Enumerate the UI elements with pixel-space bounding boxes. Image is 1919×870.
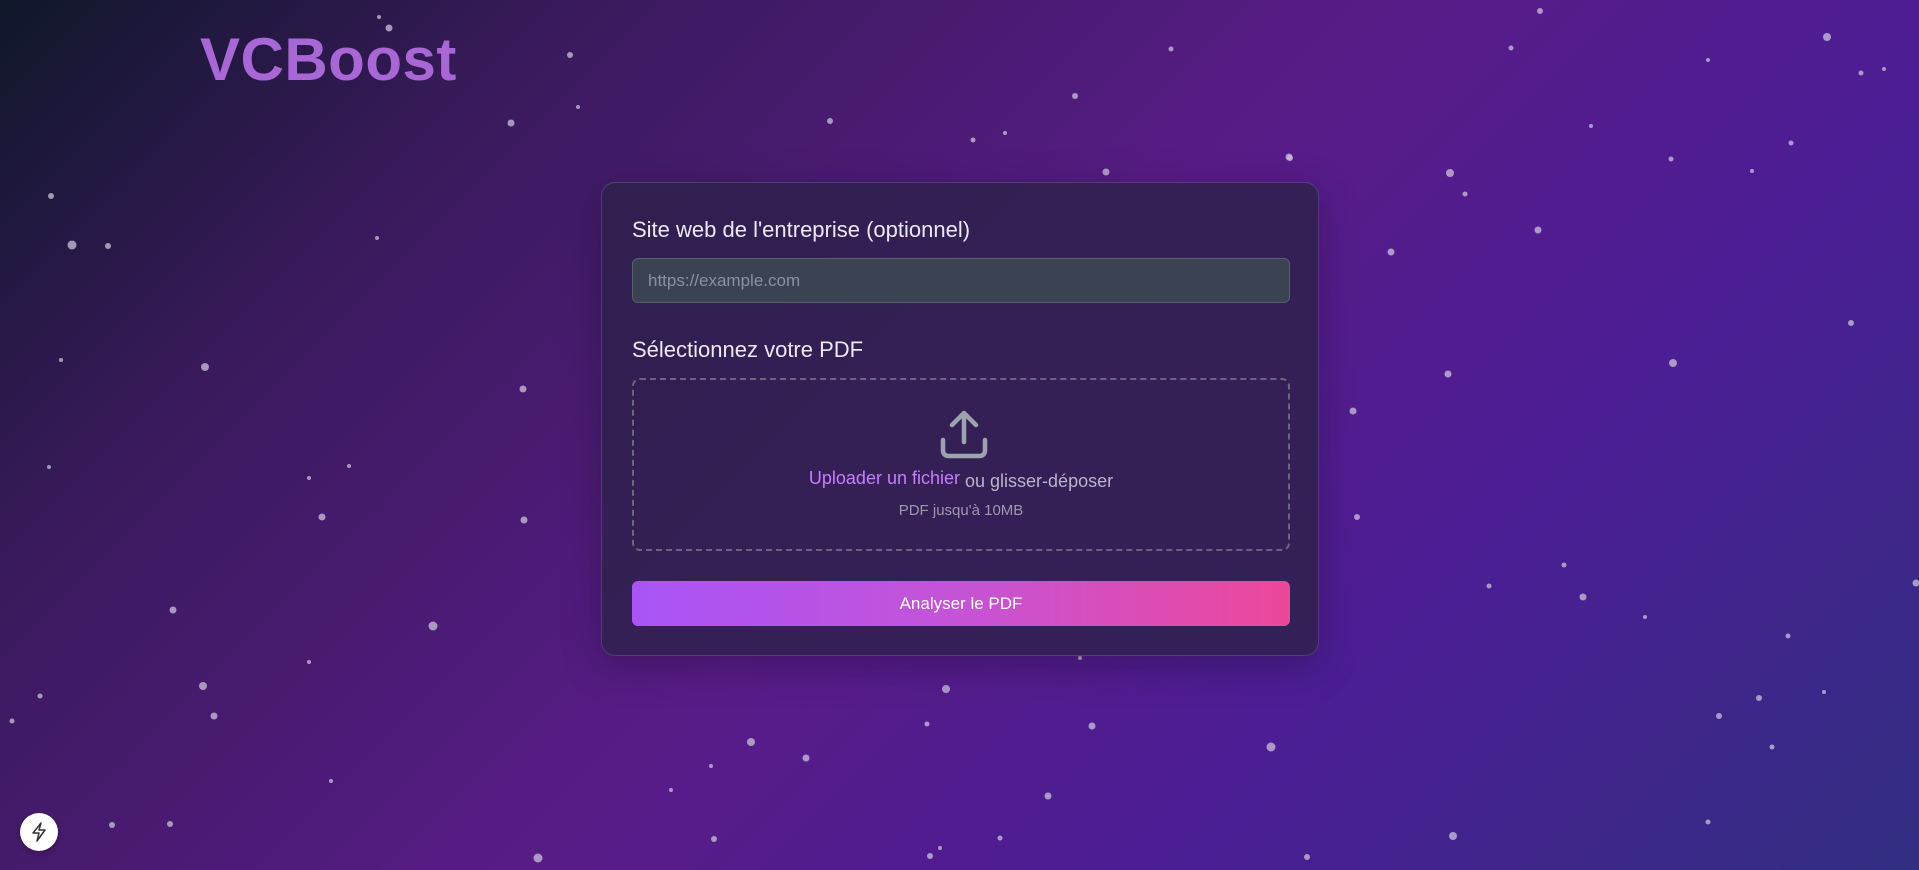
file-size-hint: PDF jusqu'à 10MB xyxy=(898,502,1024,519)
dropzone-instructions: Uploader un fichier ou glisser-déposer xyxy=(634,468,1288,491)
lightning-bolt-icon xyxy=(32,822,46,842)
brand-logo: VCBoost xyxy=(200,26,457,93)
floating-action-button[interactable] xyxy=(20,813,58,851)
pdf-dropzone[interactable]: Uploader un fichier ou glisser-déposer P… xyxy=(632,378,1290,551)
drag-drop-text: ou glisser-déposer xyxy=(965,471,1114,491)
upload-file-link[interactable]: Uploader un fichier xyxy=(809,468,960,488)
website-field-label: Site web de l'entreprise (optionnel) xyxy=(632,217,971,242)
analyze-pdf-button[interactable]: Analyser le PDF xyxy=(632,581,1290,626)
website-url-input[interactable] xyxy=(632,258,1290,303)
pdf-field-label: Sélectionnez votre PDF xyxy=(632,337,864,362)
upload-icon xyxy=(940,410,988,459)
analysis-form-card: Site web de l'entreprise (optionnel) Sél… xyxy=(601,182,1319,656)
